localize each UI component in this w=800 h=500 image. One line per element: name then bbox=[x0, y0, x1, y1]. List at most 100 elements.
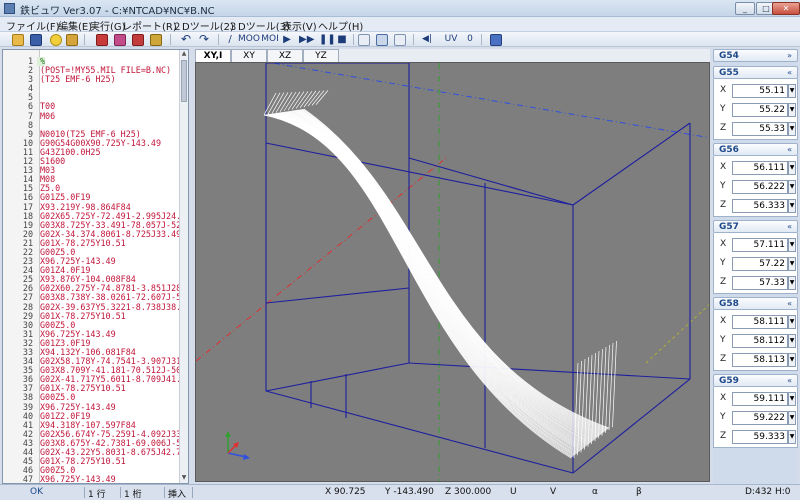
pen-red-icon[interactable] bbox=[96, 34, 108, 46]
expand-chevron-icon[interactable]: » bbox=[787, 50, 792, 62]
dropdown-arrow-icon[interactable]: ▼ bbox=[788, 392, 796, 406]
offset-y-row: Y 58.112 ▼ bbox=[714, 333, 799, 349]
pause-icon[interactable]: ❚❚ bbox=[319, 33, 336, 46]
menu-run[interactable]: 実行(G) bbox=[90, 18, 126, 33]
marker-icon[interactable] bbox=[150, 34, 162, 46]
dropdown-arrow-icon[interactable]: ▼ bbox=[788, 238, 796, 252]
undo-icon[interactable]: ↶ bbox=[180, 33, 192, 46]
collapse-chevron-icon[interactable]: « bbox=[787, 144, 792, 156]
offset-y-field[interactable]: 56.222 bbox=[732, 180, 788, 194]
dropdown-arrow-icon[interactable]: ▼ bbox=[788, 276, 796, 290]
tab-xz[interactable]: XZ bbox=[267, 49, 303, 63]
collapse-chevron-icon[interactable]: « bbox=[787, 298, 792, 310]
zero-button[interactable]: 0 bbox=[466, 33, 474, 46]
view-mode-icon[interactable] bbox=[358, 34, 370, 46]
moo-button[interactable]: MOO bbox=[238, 33, 260, 46]
dropdown-arrow-icon[interactable]: ▼ bbox=[788, 430, 796, 444]
dropdown-arrow-icon[interactable]: ▼ bbox=[788, 103, 796, 117]
scroll-up-icon[interactable]: ▲ bbox=[180, 50, 188, 59]
offset-y-field[interactable]: 59.222 bbox=[732, 411, 788, 425]
moi-button[interactable]: MOI bbox=[261, 33, 279, 46]
offset-x-field[interactable]: 58.111 bbox=[732, 315, 788, 329]
code-text: X96.725Y-143.49 bbox=[40, 329, 116, 339]
dropdown-arrow-icon[interactable]: ▼ bbox=[788, 334, 796, 348]
speaker-icon[interactable]: ◀| bbox=[420, 33, 434, 46]
tab-xy-i[interactable]: XY,I bbox=[195, 49, 231, 63]
offset-z-field[interactable]: 55.33 bbox=[732, 122, 788, 136]
star-icon[interactable] bbox=[50, 34, 62, 46]
redo-icon[interactable]: ↷ bbox=[198, 33, 210, 46]
scrollbar-thumb[interactable] bbox=[181, 60, 187, 102]
offset-group-header-g59[interactable]: G59 « bbox=[713, 374, 798, 387]
offset-group-title: G58 bbox=[719, 299, 739, 309]
play-icon[interactable]: ▶ bbox=[282, 33, 292, 46]
code-text: X96.725Y-143.49 bbox=[40, 257, 116, 267]
offset-y-field[interactable]: 58.112 bbox=[732, 334, 788, 348]
offset-x-field[interactable]: 57.111 bbox=[732, 238, 788, 252]
tool-icon[interactable] bbox=[66, 34, 78, 46]
shaded-view-icon[interactable] bbox=[376, 34, 388, 46]
menu-3d-tools[interactable]: ３Dツール(3) bbox=[228, 18, 290, 33]
offset-group-header-g54[interactable]: G54 » bbox=[713, 49, 798, 62]
offset-x-field[interactable]: 55.11 bbox=[732, 84, 788, 98]
menu-2d-tools[interactable]: ２Dツール(2) bbox=[172, 18, 234, 33]
code-text: G02X58.178Y-74.7541-3.907J31. bbox=[40, 357, 181, 367]
offset-x-field[interactable]: 59.111 bbox=[732, 392, 788, 406]
dropdown-arrow-icon[interactable]: ▼ bbox=[788, 353, 796, 367]
offset-group-header-g57[interactable]: G57 « bbox=[713, 220, 798, 233]
collapse-chevron-icon[interactable]: « bbox=[787, 67, 792, 79]
offset-x-field[interactable]: 56.111 bbox=[732, 161, 788, 175]
tab-xy[interactable]: XY bbox=[231, 49, 267, 63]
offset-group-header-g58[interactable]: G58 « bbox=[713, 297, 798, 310]
status-z: Z 300.000 bbox=[445, 487, 492, 497]
dropdown-arrow-icon[interactable]: ▼ bbox=[788, 199, 796, 213]
scroll-down-icon[interactable]: ▼ bbox=[180, 474, 188, 483]
collapse-chevron-icon[interactable]: « bbox=[787, 221, 792, 233]
offset-z-field[interactable]: 57.33 bbox=[732, 276, 788, 290]
minimize-button[interactable]: _ bbox=[735, 2, 755, 15]
close-button[interactable]: ✕ bbox=[772, 2, 800, 15]
dropdown-arrow-icon[interactable]: ▼ bbox=[788, 411, 796, 425]
dropdown-arrow-icon[interactable]: ▼ bbox=[788, 315, 796, 329]
dropdown-arrow-icon[interactable]: ▼ bbox=[788, 122, 796, 136]
code-text: G01X-78.275Y10.51 bbox=[40, 311, 126, 321]
toolpath-canvas[interactable] bbox=[196, 63, 710, 482]
menu-report[interactable]: レポート(R) bbox=[122, 18, 177, 33]
dropdown-arrow-icon[interactable]: ▼ bbox=[788, 257, 796, 271]
offset-y-field[interactable]: 55.22 bbox=[732, 103, 788, 117]
menu-help[interactable]: ヘルプ(H) bbox=[318, 18, 363, 33]
dropdown-arrow-icon[interactable]: ▼ bbox=[788, 161, 796, 175]
code-text: G01Z2.0F19 bbox=[40, 411, 91, 421]
offset-group-header-g55[interactable]: G55 « bbox=[713, 66, 798, 79]
code-text: G03X8.725Y-33.491-78.057J-52. bbox=[40, 220, 181, 230]
menu-edit[interactable]: 編集(E) bbox=[58, 18, 92, 33]
menu-view[interactable]: 表示(V) bbox=[282, 18, 317, 33]
editor-scrollbar[interactable]: ▲ ▼ bbox=[179, 50, 188, 483]
dropdown-arrow-icon[interactable]: ▼ bbox=[788, 180, 796, 194]
menu-file[interactable]: ファイル(F) bbox=[6, 18, 60, 33]
collapse-chevron-icon[interactable]: « bbox=[787, 375, 792, 387]
fast-forward-icon[interactable]: ▶▶ bbox=[299, 33, 314, 46]
offset-z-field[interactable]: 56.333 bbox=[732, 199, 788, 213]
tab-yz[interactable]: YZ bbox=[303, 49, 339, 63]
uv-button[interactable]: UV bbox=[444, 33, 458, 46]
offset-group-header-g56[interactable]: G56 « bbox=[713, 143, 798, 156]
pen-eraser-icon[interactable] bbox=[132, 34, 144, 46]
offset-z-field[interactable]: 58.113 bbox=[732, 353, 788, 367]
pen-purple-icon[interactable] bbox=[114, 34, 126, 46]
toolpath-pass bbox=[608, 342, 614, 431]
stop-icon[interactable]: ■ bbox=[337, 33, 347, 46]
axis-label: Z bbox=[720, 123, 727, 133]
3d-viewport[interactable] bbox=[195, 62, 710, 482]
open-folder-icon[interactable] bbox=[12, 34, 24, 46]
nc-code-editor[interactable]: 1% 2 (POST=!MY55.MIL FILE=B.NC) 3 (T25 EMF-6… bbox=[2, 49, 189, 493]
offset-y-field[interactable]: 57.22 bbox=[732, 257, 788, 271]
wireframe-view-icon[interactable] bbox=[394, 34, 406, 46]
save-icon[interactable] bbox=[30, 34, 42, 46]
slash-icon[interactable]: / bbox=[226, 33, 234, 46]
dropdown-arrow-icon[interactable]: ▼ bbox=[788, 84, 796, 98]
pin-icon[interactable] bbox=[490, 34, 502, 46]
axis-label: Y bbox=[720, 412, 726, 422]
code-text: G90G54G00X90.725Y-143.49 bbox=[40, 138, 162, 148]
offset-z-field[interactable]: 59.333 bbox=[732, 430, 788, 444]
